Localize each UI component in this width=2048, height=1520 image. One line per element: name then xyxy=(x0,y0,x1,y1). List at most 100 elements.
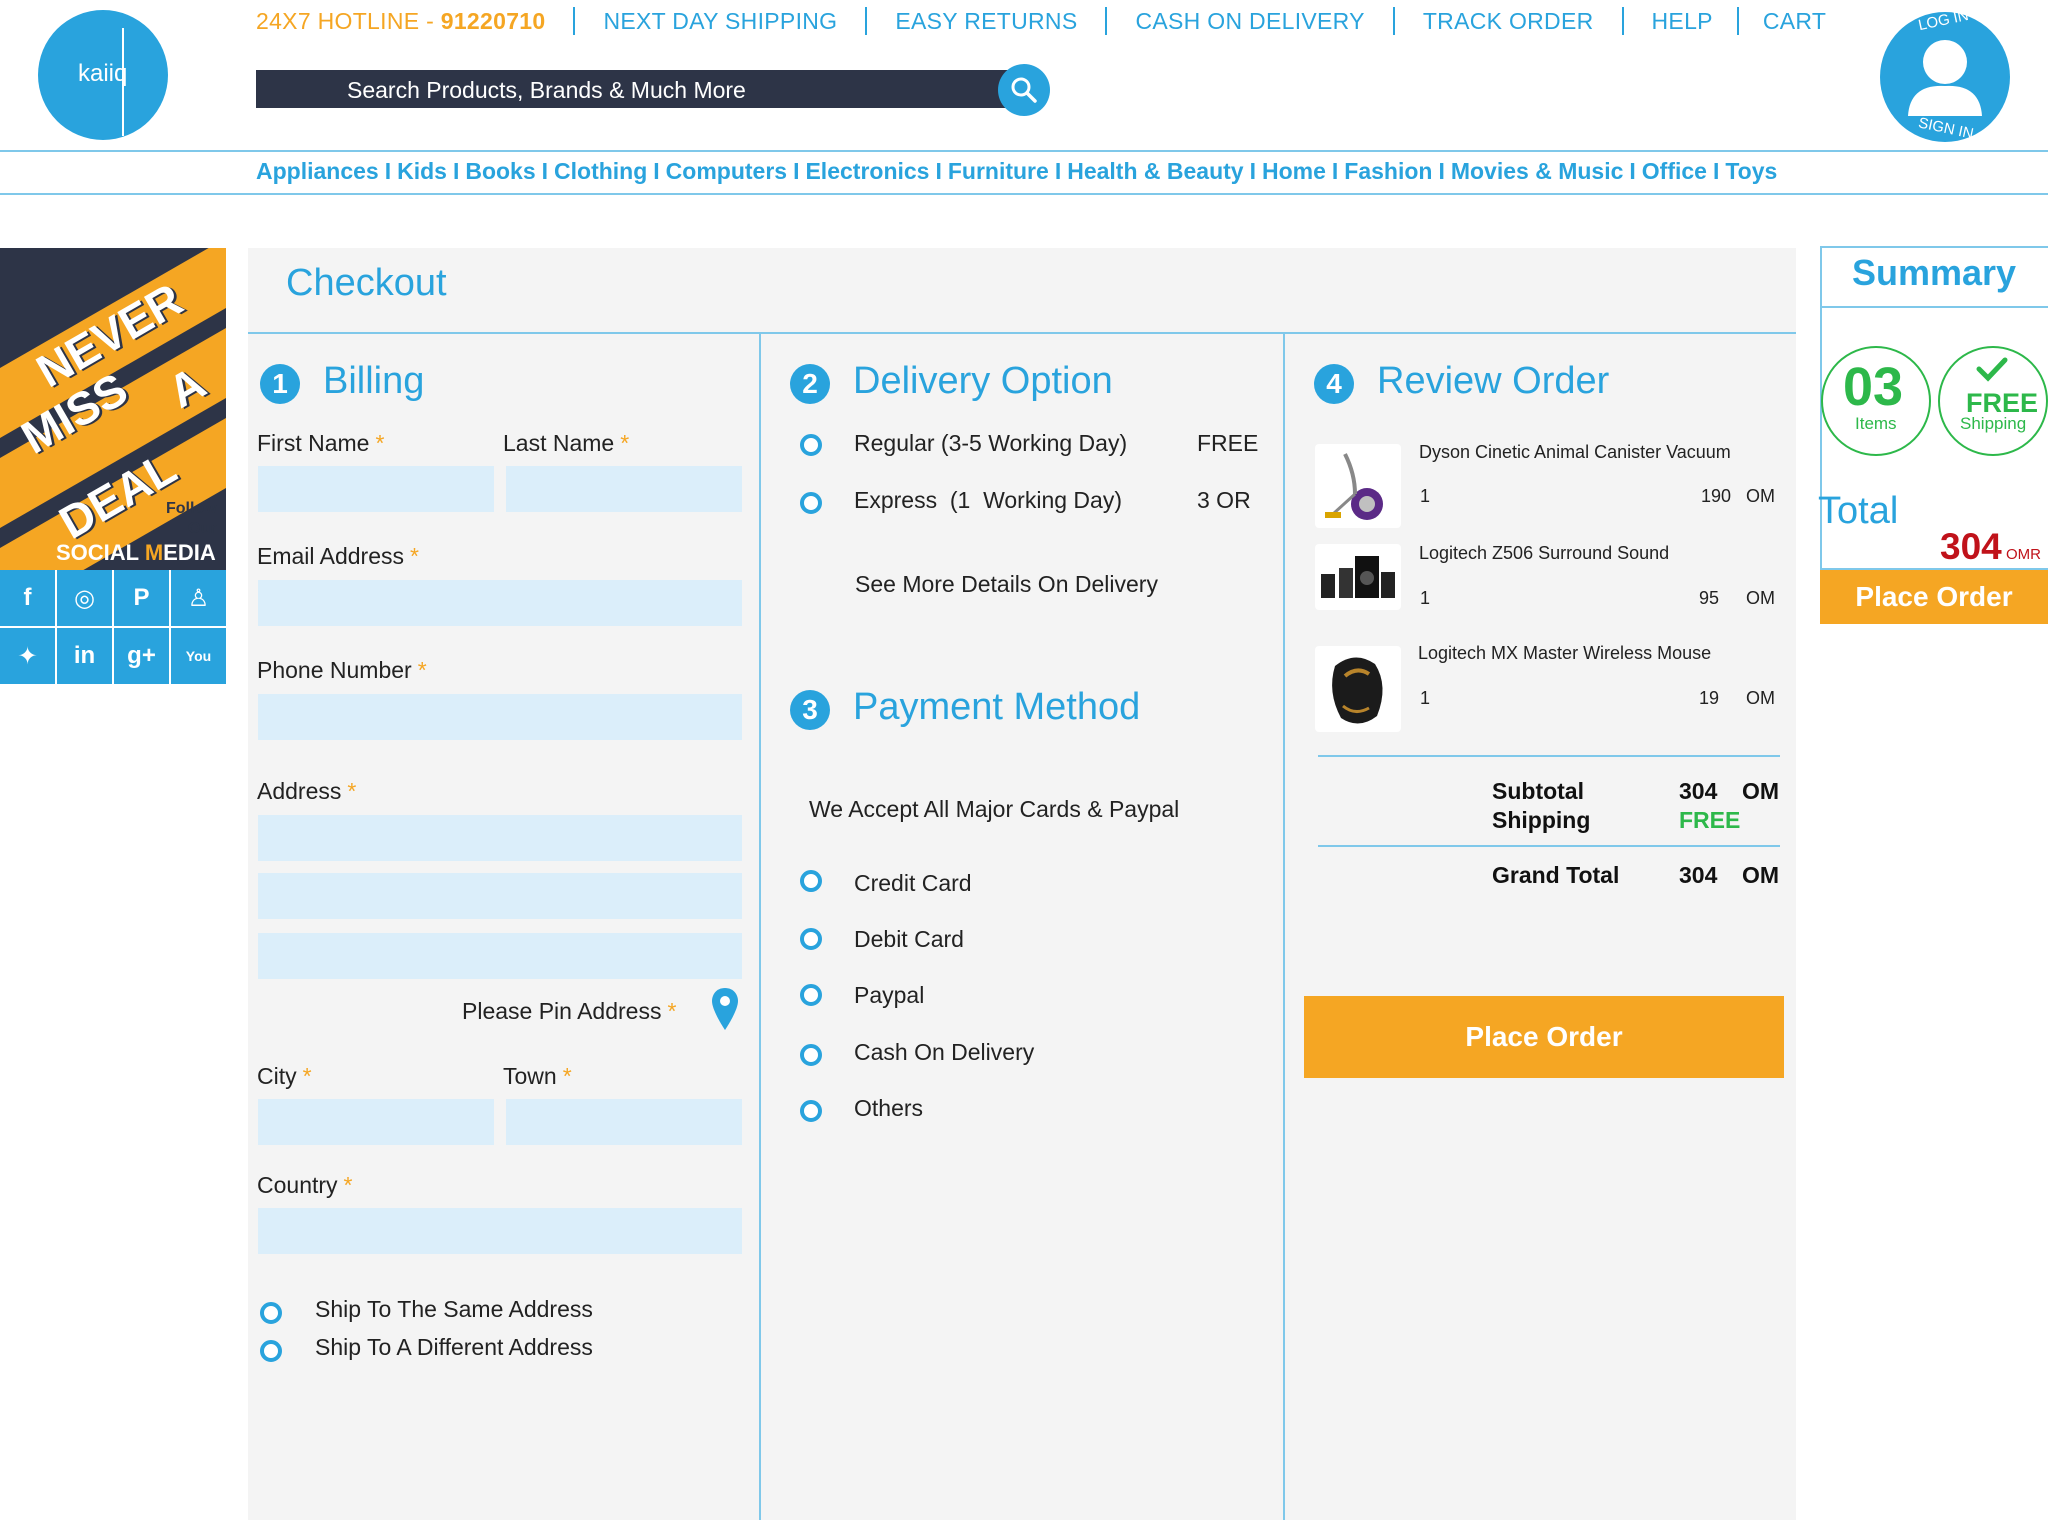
subtotal-label: Subtotal xyxy=(1492,778,1584,804)
delivery-regular-radio[interactable] xyxy=(800,434,822,456)
review-item-qty: 1 xyxy=(1420,688,1431,708)
ship-different-label[interactable]: Ship To A Different Address xyxy=(315,1334,593,1361)
ship-same-label[interactable]: Ship To The Same Address xyxy=(315,1296,593,1323)
delivery-express-label[interactable]: Express (1 Working Day) xyxy=(854,487,1122,514)
category-appliances[interactable]: Appliances xyxy=(256,158,379,185)
category-separator: I xyxy=(384,158,392,184)
review-item-unit: OM xyxy=(1746,688,1775,708)
address-line-1-field[interactable] xyxy=(258,815,742,861)
column-divider xyxy=(1283,334,1285,1520)
country-field[interactable] xyxy=(258,1208,742,1254)
instagram-icon[interactable]: ◎ xyxy=(57,570,112,626)
payment-others-label[interactable]: Others xyxy=(854,1095,923,1122)
delivery-details-link[interactable]: See More Details On Delivery xyxy=(855,571,1158,598)
shipping-badge-label: Shipping xyxy=(1960,414,2027,433)
category-office[interactable]: Office xyxy=(1642,158,1707,185)
pin-address-text: Please Pin Address xyxy=(462,998,662,1024)
address-label: Address * xyxy=(257,778,356,805)
nav-help[interactable]: HELP xyxy=(1652,8,1713,35)
address-line-3-field[interactable] xyxy=(258,933,742,979)
youtube-icon[interactable]: You xyxy=(171,628,226,684)
google-plus-glyph: g+ xyxy=(127,642,156,669)
delivery-regular-label[interactable]: Regular (3-5 Working Day) xyxy=(854,430,1127,457)
instagram-glyph: ◎ xyxy=(74,584,95,612)
delivery-express-radio[interactable] xyxy=(800,492,822,514)
category-health-beauty[interactable]: Health & Beauty xyxy=(1067,158,1243,185)
summary-divider xyxy=(1822,306,2048,308)
product-thumbnail[interactable] xyxy=(1315,544,1401,610)
nav-easy-returns[interactable]: EASY RETURNS xyxy=(895,8,1077,35)
search-button[interactable] xyxy=(998,64,1050,116)
facebook-glyph: f xyxy=(23,584,32,611)
map-pin-icon[interactable] xyxy=(710,986,740,1034)
promo-banner[interactable]: NEVER MISS A DEAL Follow Our SOCIAL MEDI… xyxy=(0,248,226,570)
nav-cart[interactable]: CART xyxy=(1763,8,1826,35)
category-clothing[interactable]: Clothing xyxy=(554,158,647,185)
category-separator: I xyxy=(1712,158,1720,184)
category-home[interactable]: Home xyxy=(1262,158,1326,185)
category-movies-music[interactable]: Movies & Music xyxy=(1451,158,1624,185)
banner-follow: Follow xyxy=(166,500,217,517)
snapchat-glyph: ♙ xyxy=(187,584,210,612)
phone-field[interactable] xyxy=(258,694,742,740)
payment-cod-label[interactable]: Cash On Delivery xyxy=(854,1039,1034,1066)
required-mark: * xyxy=(667,998,677,1024)
payment-paypal-label[interactable]: Paypal xyxy=(854,982,924,1009)
category-separator: I xyxy=(452,158,460,184)
ship-same-radio[interactable] xyxy=(260,1302,282,1324)
city-field[interactable] xyxy=(258,1099,494,1145)
payment-paypal-radio[interactable] xyxy=(800,984,822,1006)
hotline-label: 24X7 HOTLINE - xyxy=(256,7,441,34)
payment-cod-radio[interactable] xyxy=(800,1044,822,1066)
subtotal-unit: OM xyxy=(1742,778,1780,804)
category-computers[interactable]: Computers xyxy=(666,158,787,185)
category-electronics[interactable]: Electronics xyxy=(805,158,929,185)
billing-title: Billing xyxy=(323,360,425,402)
twitter-icon[interactable]: ✦ xyxy=(0,628,55,684)
review-item-unit: OM xyxy=(1746,486,1775,506)
town-label: Town * xyxy=(503,1063,572,1090)
nav-divider xyxy=(1392,7,1395,35)
banner-social-part3: EDIA xyxy=(163,540,216,565)
google-plus-icon[interactable]: g+ xyxy=(114,628,169,684)
payment-debit-card-radio[interactable] xyxy=(800,928,822,950)
ship-different-radio[interactable] xyxy=(260,1340,282,1362)
total-value: 304 xyxy=(1940,526,2002,567)
payment-others-radio[interactable] xyxy=(800,1100,822,1122)
shipping-value: FREE xyxy=(1679,807,1741,833)
nav-track-order[interactable]: TRACK ORDER xyxy=(1423,8,1594,35)
nav-next-day-shipping[interactable]: NEXT DAY SHIPPING xyxy=(603,8,837,35)
payment-credit-card-radio[interactable] xyxy=(800,870,822,892)
linkedin-icon[interactable]: in xyxy=(57,628,112,684)
product-thumbnail[interactable] xyxy=(1315,444,1401,528)
search-input[interactable] xyxy=(345,70,989,110)
pin-address-label[interactable]: Please Pin Address * xyxy=(462,998,676,1025)
category-separator: I xyxy=(935,158,942,184)
summary-place-order-button[interactable]: Place Order xyxy=(1820,570,2048,624)
first-name-field[interactable] xyxy=(258,466,494,512)
town-field[interactable] xyxy=(506,1099,742,1145)
billing-step-badge: 1 xyxy=(260,364,300,404)
payment-debit-card-label[interactable]: Debit Card xyxy=(854,926,964,953)
delivery-regular-price: FREE xyxy=(1197,430,1259,456)
category-kids[interactable]: Kids xyxy=(397,158,447,185)
snapchat-icon[interactable]: ♙ xyxy=(171,570,226,626)
facebook-icon[interactable]: f xyxy=(0,570,55,626)
category-books[interactable]: Books xyxy=(465,158,535,185)
review-item-name: Logitech MX Master Wireless Mouse xyxy=(1418,643,1712,663)
product-thumbnail[interactable] xyxy=(1315,646,1401,732)
email-field[interactable] xyxy=(258,580,742,626)
nav-cash-on-delivery[interactable]: CASH ON DELIVERY xyxy=(1135,8,1364,35)
category-toys[interactable]: Toys xyxy=(1725,158,1777,185)
place-order-button[interactable]: Place Order xyxy=(1304,996,1784,1078)
address-line-2-field[interactable] xyxy=(258,873,742,919)
review-item-price: 95 xyxy=(1699,588,1720,608)
category-furniture[interactable]: Furniture xyxy=(948,158,1049,185)
header-divider xyxy=(0,150,2048,152)
last-name-field[interactable] xyxy=(506,466,742,512)
payment-credit-card-label[interactable]: Credit Card xyxy=(854,870,972,897)
review-item-qty: 1 xyxy=(1420,486,1431,506)
category-fashion[interactable]: Fashion xyxy=(1344,158,1432,185)
delivery-express-price: 3 OR xyxy=(1197,487,1251,513)
pinterest-icon[interactable]: P xyxy=(114,570,169,626)
